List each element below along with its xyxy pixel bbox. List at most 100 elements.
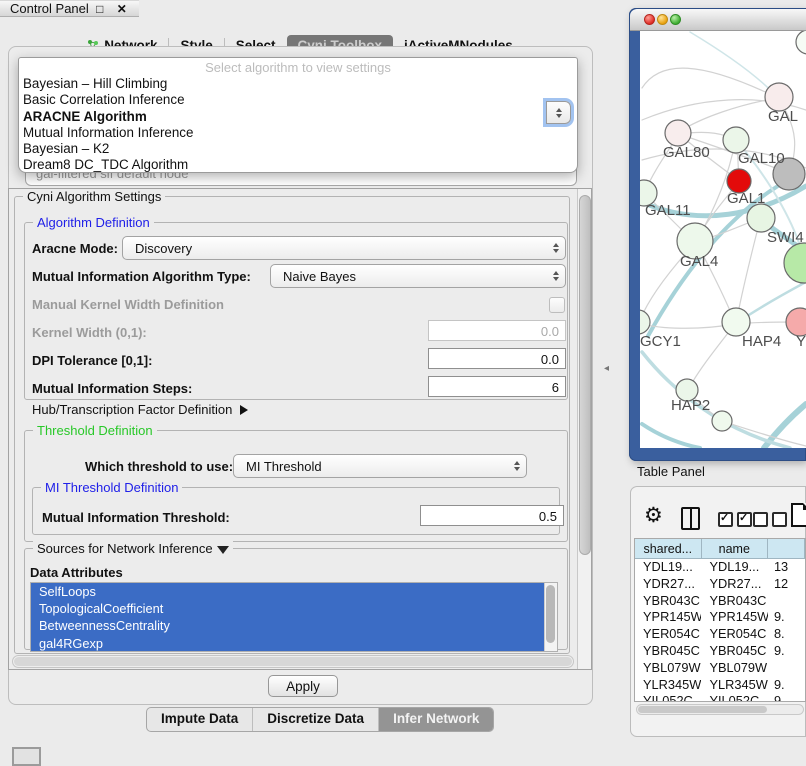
zoom-button[interactable] [670,14,681,25]
algorithm-option[interactable]: Dream8 DC_TDC Algorithm [19,157,577,173]
node-table: shared... name YDL19... YDL19... 13 YDR2… [634,538,806,702]
group-title: Cyni Algorithm Settings [23,189,165,204]
aracne-mode-select[interactable]: Discovery [122,236,566,260]
table-panel-title: Table Panel [637,464,705,479]
background-combo-stepper[interactable] [546,101,571,124]
mi-steps-field[interactable]: 6 [428,376,566,397]
network-node[interactable] [722,308,750,336]
stepper-icon [508,461,526,471]
attribute-item[interactable]: TopologicalCoefficient [31,600,557,617]
algorithm-option[interactable]: ARACNE Algorithm [19,109,577,125]
hub-definition-expander[interactable]: Hub/Transcription Factor Definition [32,402,248,417]
network-node[interactable] [747,204,775,232]
mi-type-label: Mutual Information Algorithm Type: [32,269,251,284]
manual-kernel-checkbox[interactable] [549,297,565,313]
algorithm-option[interactable]: Mutual Information Inference [19,125,577,141]
algorithm-option[interactable]: Basic Correlation Inference [19,92,577,108]
float-icon[interactable]: □ [89,2,111,16]
column-shared-name[interactable]: shared... [635,539,702,559]
network-window-titlebar[interactable] [630,9,806,31]
network-edge [642,352,790,448]
table-horizontal-scrollbar[interactable] [636,704,804,715]
mi-type-select[interactable]: Naive Bayes [270,264,566,288]
algorithm-dropdown-list: Select algorithm to view settings Bayesi… [18,57,578,173]
mi-threshold-field[interactable]: 0.5 [420,505,564,526]
control-panel-title: Control Panel [10,1,89,16]
kernel-width-field[interactable]: 0.0 [428,320,566,341]
attributes-scrollbar[interactable] [544,583,557,651]
deselect-all-icon[interactable] [753,512,787,527]
table-header: shared... name [635,539,805,559]
stepper-icon [547,271,565,281]
network-node[interactable] [765,83,793,111]
tab-discretize-data[interactable]: Discretize Data [253,708,379,731]
settings-vertical-scrollbar[interactable] [577,189,591,669]
table-row[interactable]: YDL19... YDL19... 13 [635,559,805,576]
network-node[interactable] [712,411,732,431]
network-node-label: GAL [768,108,798,125]
minimize-button[interactable] [657,14,668,25]
aracne-mode-label: Aracne Mode: [32,241,118,256]
dpi-tolerance-field[interactable]: 0.0 [428,348,566,369]
network-edge [642,68,778,98]
network-node[interactable] [796,31,806,54]
mi-threshold-label: Mutual Information Threshold: [42,510,230,525]
settings-horizontal-scrollbar[interactable] [12,655,574,668]
network-node[interactable] [786,308,806,336]
table-row[interactable]: YBL079W YBL079W [635,660,805,677]
network-node[interactable] [665,120,691,146]
network-canvas[interactable]: GALGAL80GAL10GAL1GAL11SWI4GAL4GCY1HAP4YH… [640,31,806,448]
network-node-label: Y [796,333,806,350]
attribute-item[interactable]: gal4RGexp [31,635,557,652]
apply-button[interactable]: Apply [268,675,338,697]
network-edge [690,32,778,98]
data-attributes-list: SelfLoops TopologicalCoefficient Between… [30,582,558,652]
columns-icon[interactable] [681,507,700,530]
algorithm-option[interactable]: Bayesian – Hill Climbing [19,76,577,92]
network-graph: GALGAL80GAL10GAL1GAL11SWI4GAL4GCY1HAP4YH… [640,31,806,448]
expand-right-icon [240,405,248,415]
column-extra[interactable] [768,539,805,559]
network-node-label: GAL80 [663,144,710,161]
table-row[interactable]: YDR27... YDR27... 12 [635,576,805,593]
attribute-item[interactable]: BetweennessCentrality [31,617,557,634]
table-row[interactable]: YPR145W YPR145W 9. [635,609,805,626]
splitter-handle[interactable]: ◂ [604,363,609,374]
table-row[interactable]: YIL052C YIL052C 9 [635,693,805,702]
network-node[interactable] [640,310,650,334]
table-row[interactable]: YER054C YER054C 8. [635,626,805,643]
attribute-item[interactable]: SelfLoops [31,583,557,600]
network-node-label: GCY1 [640,333,681,350]
mi-steps-label: Mutual Information Steps: [32,381,192,396]
network-node[interactable] [784,243,806,283]
data-attributes-label: Data Attributes [30,565,123,580]
stepper-icon [547,243,565,253]
tab-impute-data[interactable]: Impute Data [147,708,253,731]
column-name[interactable]: name [702,539,769,559]
which-threshold-label: Which threshold to use: [85,459,233,474]
dpi-tolerance-label: DPI Tolerance [0,1]: [32,353,152,368]
network-node-label: GAL4 [680,253,718,270]
settings-gear-icon[interactable]: ⚙ [644,503,663,528]
which-threshold-select[interactable]: MI Threshold [233,454,527,478]
sources-title: Sources for Network Inference [37,541,213,556]
close-button[interactable] [644,14,655,25]
tab-infer-network[interactable]: Infer Network [379,708,493,731]
table-row[interactable]: YBR045C YBR045C 9. [635,643,805,660]
network-node-label: HAP4 [742,333,781,350]
close-icon[interactable]: ✕ [111,2,133,16]
document-icon[interactable] [791,503,806,527]
collapse-down-icon[interactable] [217,546,229,554]
minimized-panel-icon[interactable] [12,747,41,766]
table-row[interactable]: YLR345W YLR345W 9. [635,677,805,694]
network-node-label: HAP2 [671,397,710,414]
bottom-tabbar: Impute Data Discretize Data Infer Networ… [146,707,494,732]
algorithm-placeholder: Select algorithm to view settings [19,58,577,76]
table-row[interactable]: YBR043C YBR043C [635,593,805,610]
network-node-label: GAL11 [645,202,691,219]
control-panel-titlebar: Control Panel □ ✕ [0,0,139,17]
table-body: YDL19... YDL19... 13 YDR27... YDR27... 1… [635,559,805,702]
select-all-icon[interactable] [718,512,752,527]
algorithm-option[interactable]: Bayesian – K2 [19,141,577,157]
network-node-label: GAL10 [738,150,785,167]
